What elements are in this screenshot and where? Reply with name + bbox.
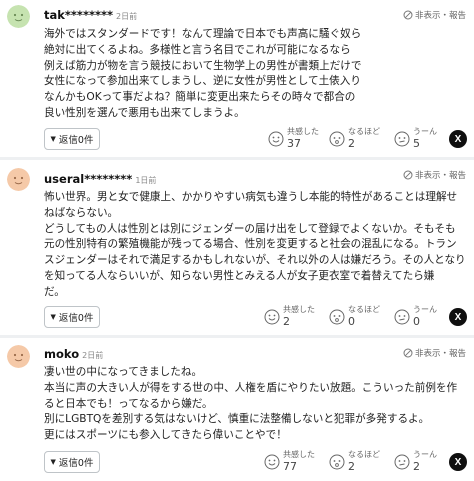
reply-button[interactable]: ▼ 返信 0件 [44, 451, 100, 473]
insight-face-icon [329, 309, 345, 325]
avatar-face-icon [7, 5, 30, 28]
reaction-count: 2 [413, 460, 420, 473]
empathy-face-icon [268, 131, 284, 147]
comment-line: 例えば筋力が物を言う競技において生物学上の男性が書類上だけで [44, 59, 362, 72]
reply-count: 0件 [77, 135, 94, 146]
hmm-face-icon [394, 131, 410, 147]
x-share-icon[interactable]: X [449, 130, 467, 148]
comment-line: 本当に声の大きい人が得をする世の中、人権を盾にやりたい放題。こういった前例を作 [44, 381, 458, 394]
comment-meta: tak******** 2日前 [44, 8, 137, 22]
username[interactable]: tak******** [44, 8, 113, 22]
username[interactable]: moko [44, 347, 79, 361]
username[interactable]: useral******** [44, 172, 132, 186]
comment-line: 凄い世の中になってきましたね。 [44, 366, 203, 378]
reaction-label: うーん [413, 450, 437, 459]
reaction-count: 77 [283, 460, 297, 473]
insight-face-icon [329, 454, 345, 470]
hide-report-label: 非表示・報告 [414, 11, 466, 21]
reply-label: 返信 [58, 313, 78, 324]
hide-report-link[interactable]: 非表示・報告 [403, 347, 466, 361]
comment-line: を知ってる人ならいいが、知らない男性とみえる人が女子更衣室で着替えてたら嫌 [44, 269, 435, 282]
comment-body: 怖い世界。男と女で健康上、かかりやすい病気も違うし本能的特性があることは理解せ … [44, 190, 466, 301]
comment-line: 良い性別を選んで悪用も出来てしまうよ。 [44, 106, 245, 119]
reaction-label: なるほど [348, 450, 380, 459]
comment-date: 1日前 [135, 176, 157, 185]
comment-line: スジェンダーはそれで満足するかもしれないが、それ以外の人は嫌だろう。その人となり [44, 254, 466, 267]
reply-label: 返信 [58, 135, 78, 146]
reaction-empathy-button[interactable]: 共感した 77 [264, 449, 315, 475]
hide-report-link[interactable]: 非表示・報告 [403, 169, 466, 183]
avatar[interactable] [7, 5, 30, 28]
empathy-face-icon [264, 309, 280, 325]
reaction-hmm-button[interactable]: うーん 5 [394, 126, 444, 152]
reaction-label: うーん [413, 305, 437, 314]
comment-body: 凄い世の中になってきましたね。 本当に声の大きい人が得をする世の中、人権を盾にや… [44, 365, 466, 444]
reaction-insight-button[interactable]: なるほど 2 [329, 126, 380, 152]
comment-line: 怖い世界。男と女で健康上、かかりやすい病気も違うし本能的特性があることは理解せ [44, 191, 458, 203]
comment-line: 女性になって参加出来てしまうし、逆に女性が男性として土俵入り [44, 75, 361, 88]
avatar-face-icon [7, 345, 30, 368]
hide-icon [403, 348, 413, 361]
reaction-count: 0 [413, 315, 420, 328]
avatar[interactable] [7, 168, 30, 191]
comment-line: なんかもOKって事だよね？簡単に変更出来たらその時々で都合の [44, 91, 356, 104]
reply-button[interactable]: ▼ 返信 0件 [44, 306, 100, 328]
comment-line: 海外ではスタンダードです！なんて理論で日本でも声高に騒ぐ奴ら [44, 28, 362, 40]
avatar-face-icon [7, 168, 30, 191]
reply-count: 0件 [77, 313, 94, 324]
caret-down-icon: ▼ [50, 458, 56, 466]
comment-line: 絶対に出てくるよね。多様性と言う名目でこれが可能になるなら [44, 43, 351, 56]
reaction-label: 共感した [283, 450, 315, 459]
hmm-face-icon [394, 454, 410, 470]
reply-button[interactable]: ▼ 返信 0件 [44, 128, 100, 150]
x-share-icon[interactable]: X [449, 453, 467, 471]
reaction-label: なるほど [348, 127, 380, 136]
reply-count: 0件 [77, 458, 94, 469]
comment-item: tak******** 2日前 非表示・報告 海外ではスタンダードです！なんて理論… [0, 0, 474, 160]
insight-face-icon [329, 131, 345, 147]
hide-icon [403, 10, 413, 23]
reaction-insight-button[interactable]: なるほど 0 [329, 304, 380, 330]
reaction-count: 2 [348, 137, 355, 150]
reaction-count: 2 [348, 460, 355, 473]
comment-date: 2日前 [116, 12, 138, 21]
hide-icon [403, 170, 413, 183]
caret-down-icon: ▼ [50, 313, 56, 321]
hide-report-link[interactable]: 非表示・報告 [403, 9, 466, 23]
reaction-label: 共感した [287, 127, 319, 136]
reaction-count: 0 [348, 315, 355, 328]
empathy-face-icon [264, 454, 280, 470]
reaction-hmm-button[interactable]: うーん 2 [394, 449, 444, 475]
comment-date: 2日前 [82, 351, 104, 360]
comment-item: moko 2日前 非表示・報告 凄い世の中になってきましたね。 本当に声の大きい人… [0, 338, 474, 481]
reaction-count: 2 [283, 315, 290, 328]
comment-line: どうしてもの人は性別とは別にジェンダーの届け出をして登録でよくないか。そもそも [44, 222, 456, 235]
reaction-empathy-button[interactable]: 共感した 37 [268, 126, 319, 152]
avatar[interactable] [7, 345, 30, 368]
reaction-insight-button[interactable]: なるほど 2 [329, 449, 380, 475]
comment-meta: moko 2日前 [44, 347, 103, 361]
hmm-face-icon [394, 309, 410, 325]
reaction-label: 共感した [283, 305, 315, 314]
comment-item: useral******** 1日前 非表示・報告 怖い世界。男と女で健康上、かか… [0, 160, 474, 338]
reply-label: 返信 [58, 458, 78, 469]
reaction-count: 37 [287, 137, 301, 150]
reaction-count: 5 [413, 137, 420, 150]
hide-report-label: 非表示・報告 [414, 171, 466, 181]
reaction-label: うーん [413, 127, 437, 136]
reaction-hmm-button[interactable]: うーん 0 [394, 304, 444, 330]
hide-report-label: 非表示・報告 [414, 349, 466, 359]
comment-line: 元の性別特有の繁殖機能が残ってる場合、性別を変更すると社会の混乱になる。トラン [44, 238, 457, 251]
comment-body: 海外ではスタンダードです！なんて理論で日本でも声高に騒ぐ奴ら 絶対に出てくるよね… [44, 27, 466, 122]
comment-line: ると日本でも！ってなるから嫌だ。 [44, 397, 213, 410]
comment-line: だ。 [44, 285, 65, 298]
comment-meta: useral******** 1日前 [44, 172, 156, 186]
x-share-icon[interactable]: X [449, 308, 467, 326]
comment-line: ねばならない。 [44, 206, 119, 219]
comment-line: 別にLGBTQを差別する気はないけど、慎重に法整備しないと犯罪が多発するよ。 [44, 413, 430, 426]
comment-line: 更にはスポーツにも参入してきたら偉いことやで！ [44, 429, 287, 442]
reaction-empathy-button[interactable]: 共感した 2 [264, 304, 315, 330]
caret-down-icon: ▼ [50, 135, 56, 143]
reaction-label: なるほど [348, 305, 380, 314]
